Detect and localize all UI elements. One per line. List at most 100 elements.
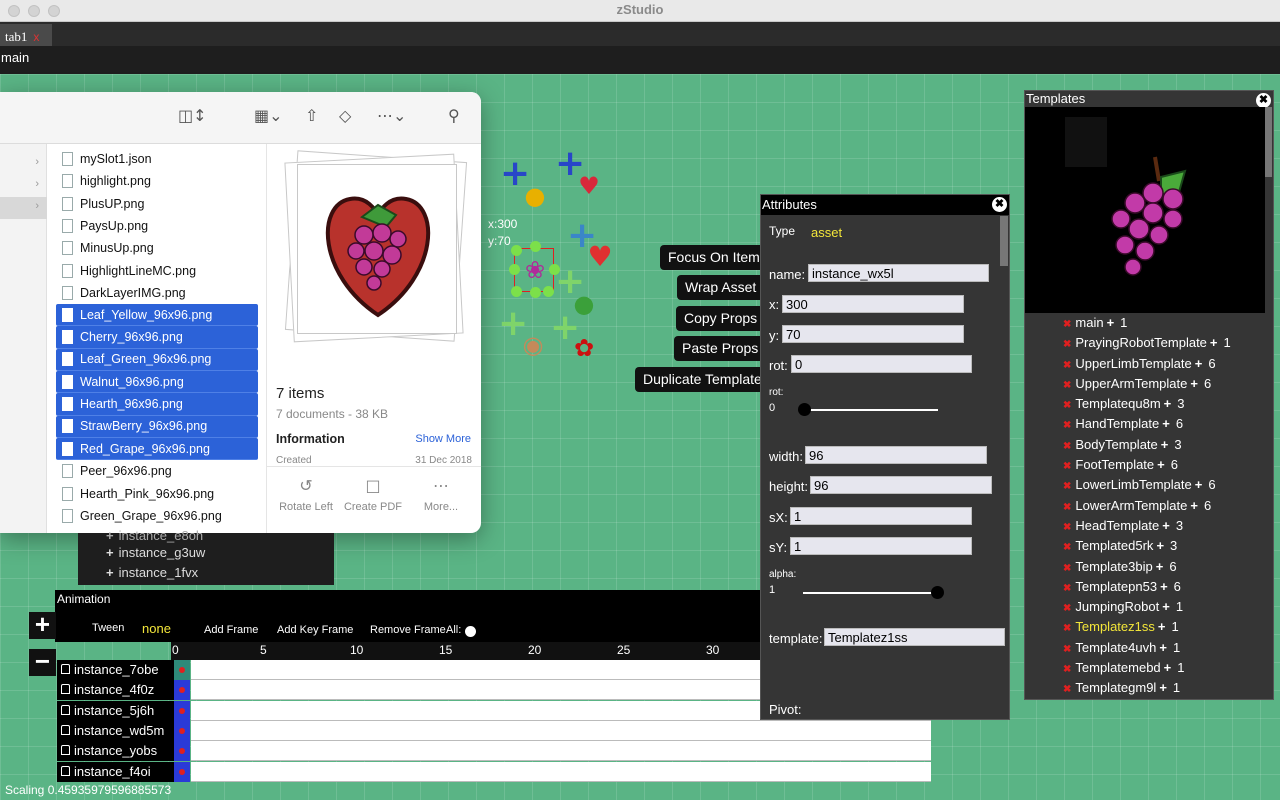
template-item[interactable]: ✖ Templategm9l +1 [1063,680,1231,699]
wrap-asset-button[interactable]: Wrap Asset [677,275,765,300]
delete-template-icon[interactable]: ✖ [1063,441,1071,452]
lock-icon[interactable] [61,745,70,756]
hierarchy-item[interactable]: + instance_g3uw [106,545,205,560]
share-icon[interactable]: ⇧ [305,106,318,125]
delete-template-icon[interactable]: ✖ [1063,583,1071,594]
delete-template-icon[interactable]: ✖ [1063,664,1071,675]
track-name[interactable]: instance_5j6h [57,700,174,721]
sidebar-chevron[interactable]: › [0,156,47,176]
delete-template-icon[interactable]: ✖ [1063,603,1071,614]
scene-label[interactable]: main [1,50,29,65]
resize-handle[interactable] [511,286,522,297]
remove-track-button[interactable]: − [29,648,56,676]
window-zoom-dot[interactable] [48,5,60,17]
template-item[interactable]: ✖ UpperArmTemplate +6 [1063,376,1231,396]
copy-props-button[interactable]: Copy Props [676,306,766,331]
lock-icon[interactable] [61,765,70,776]
tab-tab1[interactable]: tab1 x [0,24,52,46]
template-item[interactable]: ✖ JumpingRobot +1 [1063,599,1231,619]
add-template-instance-icon[interactable]: + [1107,315,1115,330]
file-row[interactable]: highlight.png [56,170,258,192]
add-template-instance-icon[interactable]: + [1190,376,1198,391]
add-template-instance-icon[interactable]: + [1210,335,1218,350]
template-item[interactable]: ✖ Templatemebd +1 [1063,660,1231,680]
cherry-icon[interactable]: ✿ [569,334,599,362]
track-frames[interactable] [191,761,931,782]
strawberry-icon[interactable]: ♥ [574,172,604,200]
resize-handle[interactable] [549,264,560,275]
file-row[interactable]: MinusUp.png [56,237,258,259]
delete-template-icon[interactable]: ✖ [1063,502,1071,513]
attributes-scrollbar[interactable] [1000,216,1008,266]
templates-scrollbar[interactable] [1264,107,1272,177]
template-item[interactable]: ✖ FootTemplate +6 [1063,457,1231,477]
add-template-instance-icon[interactable]: + [1164,396,1172,411]
rot-slider-track[interactable] [803,409,938,411]
file-row[interactable]: PaysUp.png [56,215,258,237]
delete-template-icon[interactable]: ✖ [1063,400,1071,411]
hierarchy-item[interactable]: + instance_1fvx [106,565,198,580]
walnut-icon[interactable]: ◉ [518,331,548,359]
hierarchy-item[interactable]: + instance_e8oh [106,528,203,543]
file-row[interactable]: Cherry_96x96.png [56,326,258,349]
delete-template-icon[interactable]: ✖ [1063,319,1071,330]
template-item[interactable]: ✖ HeadTemplate +3 [1063,518,1231,538]
delete-template-icon[interactable]: ✖ [1063,420,1071,431]
alpha-slider-track[interactable] [803,592,938,594]
add-template-instance-icon[interactable]: + [1159,640,1167,655]
sidebar-chevron[interactable]: › [0,197,47,219]
show-more-link[interactable]: Show More [415,433,471,445]
delete-template-icon[interactable]: ✖ [1063,380,1071,391]
keyframe-cell[interactable] [174,761,190,782]
file-row[interactable]: Red_Grape_96x96.png [56,437,258,461]
delete-template-icon[interactable]: ✖ [1063,623,1071,634]
add-template-instance-icon[interactable]: + [1190,498,1198,513]
tween-value[interactable]: none [142,621,171,636]
grid-view-icon[interactable]: ▦⌄ [254,106,283,125]
file-row[interactable]: Hearth_Pink_96x96.png [56,482,258,504]
delete-template-icon[interactable]: ✖ [1063,339,1071,350]
track-frames[interactable] [191,741,931,762]
delete-template-icon[interactable]: ✖ [1063,481,1071,492]
track-frames[interactable] [191,720,931,741]
resize-handle[interactable] [530,287,541,298]
add-template-instance-icon[interactable]: + [1162,599,1170,614]
width-input[interactable] [805,446,987,464]
template-item[interactable]: ✖ HandTemplate +6 [1063,416,1231,436]
template-item[interactable]: ✖ Templated5rk +3 [1063,538,1231,558]
focus-on-item-button[interactable]: Focus On Item [660,245,768,270]
templates-close-icon[interactable]: ✖ [1256,93,1271,108]
resize-handle[interactable] [511,245,522,256]
template-item[interactable]: ✖ LowerLimbTemplate +6 [1063,477,1231,497]
add-template-instance-icon[interactable]: + [1162,416,1170,431]
delete-template-icon[interactable]: ✖ [1063,461,1071,472]
lock-icon[interactable] [61,664,70,674]
add-template-instance-icon[interactable]: + [1161,437,1169,452]
add-template-instance-icon[interactable]: + [1156,538,1164,553]
track-name[interactable]: instance_f4oi [57,761,174,782]
leaf-yellow-icon[interactable]: ● [520,182,550,210]
keyframe-cell[interactable] [174,660,190,680]
resize-handle[interactable] [509,264,520,275]
file-row[interactable]: Leaf_Yellow_96x96.png [56,304,258,327]
more-icon[interactable]: ⋯⌄ [377,106,406,125]
template-item[interactable]: ✖ UpperLimbTemplate +6 [1063,356,1231,376]
template-item[interactable]: ✖ main +1 [1063,315,1231,335]
create-pdf-button[interactable]: □ Create PDF [341,476,405,513]
add-template-instance-icon[interactable]: + [1157,457,1165,472]
all-radio[interactable] [465,626,476,637]
delete-template-icon[interactable]: ✖ [1063,522,1071,533]
template-item[interactable]: ✖ Templatequ8m +3 [1063,396,1231,416]
add-template-instance-icon[interactable]: + [1156,559,1164,574]
rot-slider-handle[interactable] [798,403,811,416]
more-actions-button[interactable]: ⋯ More... [409,476,473,513]
delete-template-icon[interactable]: ✖ [1063,542,1071,553]
file-row[interactable]: HighlightLineMC.png [56,259,258,281]
template-item[interactable]: ✖ BodyTemplate +3 [1063,437,1231,457]
remove-frame-button[interactable]: Remove Frame [370,624,446,636]
file-row[interactable]: DarkLayerIMG.png [56,282,258,304]
template-input[interactable] [824,628,1005,646]
track-name[interactable]: instance_7obe [57,660,174,680]
file-row[interactable]: PlusUP.png [56,193,258,215]
x-input[interactable] [782,295,964,313]
